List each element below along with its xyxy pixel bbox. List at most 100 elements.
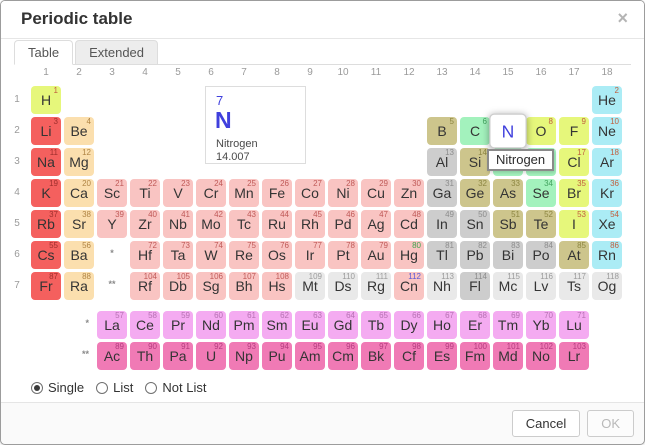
element-Ts[interactable]: 117Ts	[559, 272, 589, 300]
element-Si[interactable]: 14Si	[460, 148, 490, 176]
radio-list[interactable]: List	[96, 380, 133, 395]
element-Co[interactable]: 27Co	[295, 179, 325, 207]
element-Hf[interactable]: 72Hf	[130, 241, 160, 269]
element-Cs[interactable]: 55Cs	[31, 241, 61, 269]
element-Kr[interactable]: 36Kr	[592, 179, 622, 207]
element-Rg[interactable]: 111Rg	[361, 272, 391, 300]
radio-not-list[interactable]: Not List	[145, 380, 206, 395]
element-Ba[interactable]: 56Ba	[64, 241, 94, 269]
element-N[interactable]: 7N	[489, 114, 527, 149]
element-Nd[interactable]: 60Nd	[196, 311, 226, 339]
element-Lv[interactable]: 116Lv	[526, 272, 556, 300]
element-Ga[interactable]: 31Ga	[427, 179, 457, 207]
element-Sn[interactable]: 50Sn	[460, 210, 490, 238]
element-Se[interactable]: 34Se	[526, 179, 556, 207]
element-Lr[interactable]: 103Lr	[559, 342, 589, 370]
element-Ne[interactable]: 10Ne	[592, 117, 622, 145]
radio-single[interactable]: Single	[31, 380, 84, 395]
element-Os[interactable]: 76Os	[262, 241, 292, 269]
element-Ru[interactable]: 44Ru	[262, 210, 292, 238]
radio-single-icon[interactable]	[31, 382, 43, 394]
element-W[interactable]: 74W	[196, 241, 226, 269]
element-Hg[interactable]: 80Hg	[394, 241, 424, 269]
element-Bi[interactable]: 83Bi	[493, 241, 523, 269]
element-Tl[interactable]: 81Tl	[427, 241, 457, 269]
element-Ta[interactable]: 73Ta	[163, 241, 193, 269]
element-Nb[interactable]: 41Nb	[163, 210, 193, 238]
element-Bk[interactable]: 97Bk	[361, 342, 391, 370]
element-Fl[interactable]: 114Fl	[460, 272, 490, 300]
element-B[interactable]: 5B	[427, 117, 457, 145]
element-Gd[interactable]: 64Gd	[328, 311, 358, 339]
element-No[interactable]: 102No	[526, 342, 556, 370]
element-Cm[interactable]: 96Cm	[328, 342, 358, 370]
radio-not-list-icon[interactable]	[145, 382, 157, 394]
element-Pr[interactable]: 59Pr	[163, 311, 193, 339]
element-Er[interactable]: 68Er	[460, 311, 490, 339]
radio-list-icon[interactable]	[96, 382, 108, 394]
element-Cr[interactable]: 24Cr	[196, 179, 226, 207]
element-Ce[interactable]: 58Ce	[130, 311, 160, 339]
element-Sc[interactable]: 21Sc	[97, 179, 127, 207]
element-Am[interactable]: 95Am	[295, 342, 325, 370]
element-Xe[interactable]: 54Xe	[592, 210, 622, 238]
element-Re[interactable]: 75Re	[229, 241, 259, 269]
element-Fe[interactable]: 26Fe	[262, 179, 292, 207]
element-Ho[interactable]: 67Ho	[427, 311, 457, 339]
element-K[interactable]: 19K	[31, 179, 61, 207]
element-In[interactable]: 49In	[427, 210, 457, 238]
element-Ra[interactable]: 88Ra	[64, 272, 94, 300]
element-Mo[interactable]: 42Mo	[196, 210, 226, 238]
element-Zr[interactable]: 40Zr	[130, 210, 160, 238]
element-Fr[interactable]: 87Fr	[31, 272, 61, 300]
ok-button[interactable]: OK	[587, 410, 634, 437]
element-C[interactable]: 6C	[460, 117, 490, 145]
element-Mt[interactable]: 109Mt	[295, 272, 325, 300]
element-Ca[interactable]: 20Ca	[64, 179, 94, 207]
element-Dy[interactable]: 66Dy	[394, 311, 424, 339]
element-Ds[interactable]: 110Ds	[328, 272, 358, 300]
element-Ac[interactable]: 89Ac	[97, 342, 127, 370]
element-He[interactable]: 2He	[592, 86, 622, 114]
element-Ge[interactable]: 32Ge	[460, 179, 490, 207]
element-Mc[interactable]: 115Mc	[493, 272, 523, 300]
element-Mn[interactable]: 25Mn	[229, 179, 259, 207]
element-Zn[interactable]: 30Zn	[394, 179, 424, 207]
element-Mg[interactable]: 12Mg	[64, 148, 94, 176]
element-Y[interactable]: 39Y	[97, 210, 127, 238]
element-Db[interactable]: 105Db	[163, 272, 193, 300]
element-Br[interactable]: 35Br	[559, 179, 589, 207]
element-Cd[interactable]: 48Cd	[394, 210, 424, 238]
element-O[interactable]: 8O	[526, 117, 556, 145]
element-Th[interactable]: 90Th	[130, 342, 160, 370]
element-Sb[interactable]: 51Sb	[493, 210, 523, 238]
element-Li[interactable]: 3Li	[31, 117, 61, 145]
element-Fm[interactable]: 100Fm	[460, 342, 490, 370]
element-Ti[interactable]: 22Ti	[130, 179, 160, 207]
element-Np[interactable]: 93Np	[229, 342, 259, 370]
element-Na[interactable]: 11Na	[31, 148, 61, 176]
element-Tb[interactable]: 65Tb	[361, 311, 391, 339]
element-Cl[interactable]: 17Cl	[559, 148, 589, 176]
element-Hs[interactable]: 108Hs	[262, 272, 292, 300]
element-Pd[interactable]: 46Pd	[328, 210, 358, 238]
element-Nh[interactable]: 113Nh	[427, 272, 457, 300]
element-Pm[interactable]: 61Pm	[229, 311, 259, 339]
element-As[interactable]: 33As	[493, 179, 523, 207]
element-Tm[interactable]: 69Tm	[493, 311, 523, 339]
element-Cf[interactable]: 98Cf	[394, 342, 424, 370]
element-Rb[interactable]: 37Rb	[31, 210, 61, 238]
element-Sm[interactable]: 62Sm	[262, 311, 292, 339]
element-Ir[interactable]: 77Ir	[295, 241, 325, 269]
element-Rn[interactable]: 86Rn	[592, 241, 622, 269]
element-Po[interactable]: 84Po	[526, 241, 556, 269]
element-Pt[interactable]: 78Pt	[328, 241, 358, 269]
element-Sr[interactable]: 38Sr	[64, 210, 94, 238]
element-Es[interactable]: 99Es	[427, 342, 457, 370]
element-Ag[interactable]: 47Ag	[361, 210, 391, 238]
element-Bh[interactable]: 107Bh	[229, 272, 259, 300]
element-La[interactable]: 57La	[97, 311, 127, 339]
element-Au[interactable]: 79Au	[361, 241, 391, 269]
element-V[interactable]: 23V	[163, 179, 193, 207]
element-Yb[interactable]: 70Yb	[526, 311, 556, 339]
